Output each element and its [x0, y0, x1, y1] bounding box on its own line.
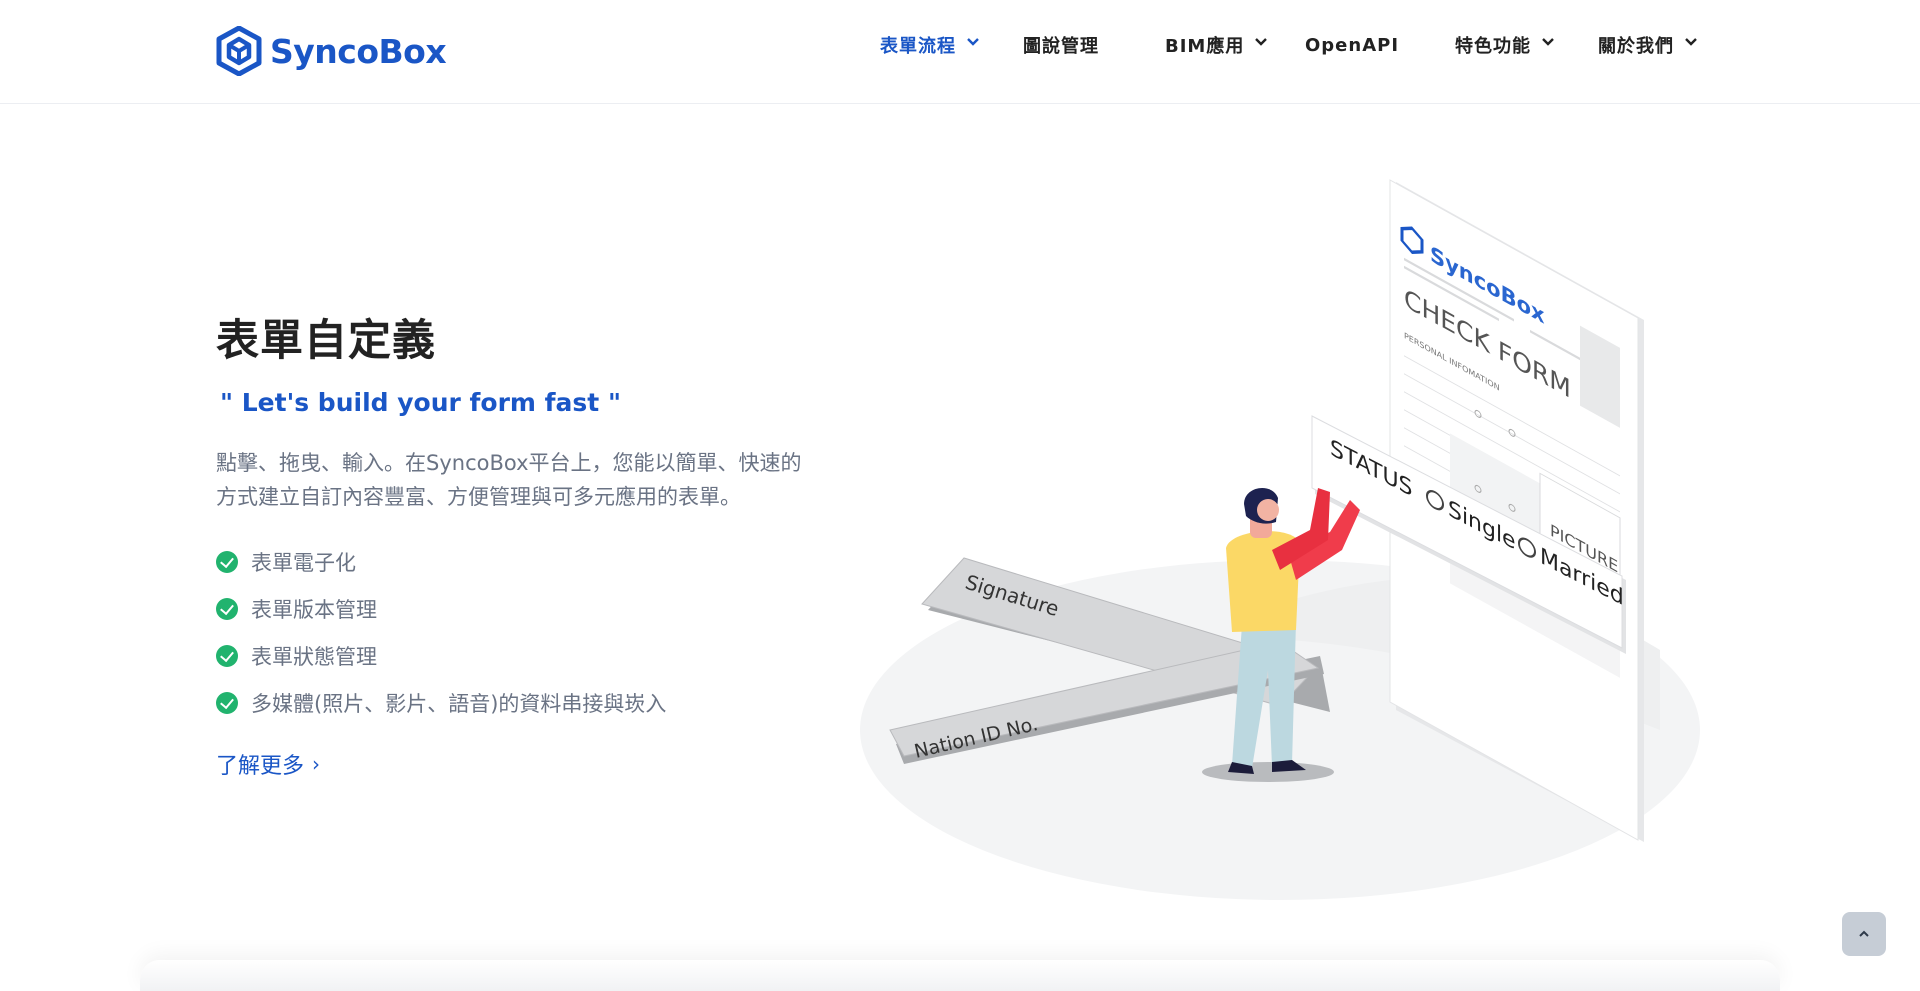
page-title: 表單自定義 [216, 316, 436, 366]
feature-label: 多媒體(照片、影片、語音)的資料串接與崁入 [251, 691, 667, 716]
feature-item: 表單電子化 [216, 538, 666, 585]
nav-label: 關於我們 [1598, 36, 1674, 57]
check-circle-icon [216, 550, 238, 573]
check-circle-icon [216, 691, 238, 714]
description-line: 點擊、拖曳、輸入。在SyncoBox平台上，您能以簡單、快速的 [216, 451, 802, 475]
chevron-down-icon [1542, 38, 1554, 46]
feature-label: 表單電子化 [251, 550, 356, 575]
nav-label: BIM應用 [1165, 36, 1245, 57]
feature-list: 表單電子化 表單版本管理 表單狀態管理 多媒體(照片、影片、語音)的資料串接與崁… [216, 538, 666, 726]
feature-label: 表單版本管理 [251, 597, 377, 622]
tagline: " Let's build your form fast " [220, 388, 621, 417]
description: 點擊、拖曳、輸入。在SyncoBox平台上，您能以簡單、快速的 方式建立自訂內容… [216, 446, 816, 514]
feature-item: 表單狀態管理 [216, 632, 666, 679]
nav-item-forms[interactable]: 表單流程 [880, 30, 980, 60]
nav-item-bim[interactable]: BIM應用 [1165, 30, 1268, 60]
nav-label: 表單流程 [880, 36, 956, 57]
nav-item-openapi[interactable]: OpenAPI [1305, 30, 1399, 60]
brand-logo[interactable]: SyncoBox [216, 26, 447, 76]
learn-more-link[interactable]: 了解更多 › [216, 748, 320, 780]
site-header: SyncoBox 表單流程 圖說管理 BIM應用 OpenAPI 特色功能 關於… [0, 0, 1920, 104]
nav-item-about[interactable]: 關於我們 [1598, 30, 1698, 60]
chevron-down-icon [967, 38, 979, 46]
check-circle-icon [216, 597, 238, 620]
chevron-up-icon [1859, 930, 1869, 937]
nav-item-features[interactable]: 特色功能 [1455, 30, 1555, 60]
chevron-down-icon [1685, 38, 1697, 46]
chevron-right-icon: › [312, 752, 321, 776]
brand-name: SyncoBox [270, 31, 447, 71]
nav-label: OpenAPI [1305, 34, 1400, 56]
check-circle-icon [216, 644, 238, 667]
description-line: 方式建立自訂內容豐富、方便管理與可多元應用的表單。 [216, 485, 741, 509]
nav-label: 圖說管理 [1023, 36, 1099, 57]
feature-item: 多媒體(照片、影片、語音)的資料串接與崁入 [216, 679, 666, 726]
feature-label: 表單狀態管理 [251, 644, 377, 669]
learn-more-label: 了解更多 [216, 754, 305, 779]
cube-logo-icon [216, 26, 262, 76]
next-section-edge [140, 960, 1780, 991]
nav-item-drawings[interactable]: 圖說管理 [1023, 30, 1099, 60]
feature-item: 表單版本管理 [216, 585, 666, 632]
nav-label: 特色功能 [1455, 36, 1531, 57]
chevron-down-icon [1255, 38, 1268, 46]
form-builder-illustration: SyncoBox CHECK FORM PERSONAL INFOMATION … [860, 179, 1700, 900]
back-to-top-button[interactable] [1842, 912, 1886, 956]
